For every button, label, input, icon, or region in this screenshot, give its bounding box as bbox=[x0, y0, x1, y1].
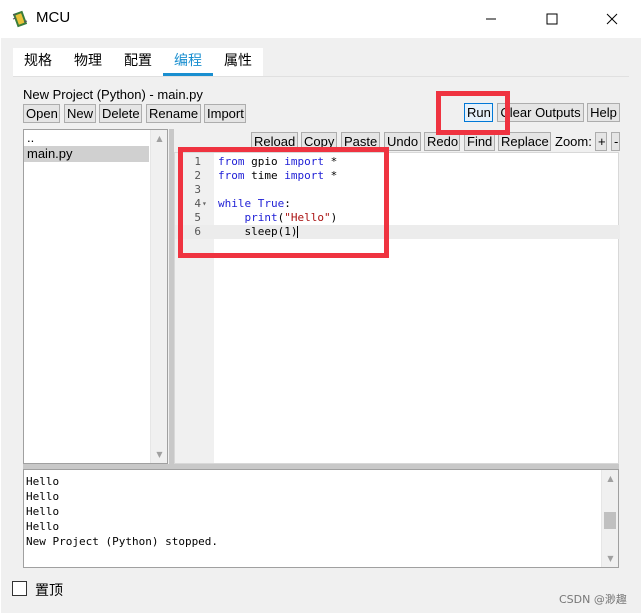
code-line-active[interactable]: 6 sleep(1) bbox=[175, 225, 620, 239]
pin-on-top-label: 置顶 bbox=[35, 583, 63, 599]
line-number: 6 bbox=[194, 225, 201, 238]
fold-chevron-icon[interactable]: ▾ bbox=[202, 197, 207, 211]
line-number: 1 bbox=[194, 155, 201, 168]
rename-button[interactable]: Rename bbox=[146, 104, 201, 123]
scroll-up-icon[interactable]: ▲ bbox=[151, 130, 168, 147]
code-text: sleep(1) bbox=[218, 225, 299, 238]
code-line[interactable]: 4 ▾ while True: bbox=[175, 197, 620, 211]
line-number: 4 bbox=[194, 197, 201, 210]
tab-physical[interactable]: 物理 bbox=[63, 48, 113, 76]
line-number: 3 bbox=[194, 183, 201, 196]
tab-config[interactable]: 配置 bbox=[113, 48, 163, 76]
minimize-icon bbox=[486, 18, 496, 20]
copy-button[interactable]: Copy bbox=[301, 132, 337, 151]
code-line[interactable]: 5 print("Hello") bbox=[175, 211, 620, 225]
tab-programming[interactable]: 编程 bbox=[163, 48, 213, 76]
code-text: from time import * bbox=[218, 169, 338, 182]
output-line: New Project (Python) stopped. bbox=[26, 535, 219, 548]
title-bar: MCU bbox=[0, 0, 642, 38]
line-number: 5 bbox=[194, 211, 201, 224]
code-text: from gpio import * bbox=[218, 155, 338, 168]
window-title: MCU bbox=[36, 9, 71, 26]
file-list-scrollbar[interactable]: ▲ ▼ bbox=[150, 130, 167, 463]
output-line: Hello bbox=[26, 475, 60, 488]
code-text: while True: bbox=[218, 197, 291, 210]
pin-on-top-checkbox[interactable] bbox=[12, 581, 27, 596]
file-item-main-py[interactable]: main.py bbox=[24, 146, 149, 162]
close-button[interactable] bbox=[589, 0, 635, 38]
output-text: Hello Hello Hello Hello New Project (Python)… bbox=[26, 474, 218, 549]
code-line[interactable]: 2 from time import * bbox=[175, 169, 620, 183]
new-button[interactable]: New bbox=[64, 104, 96, 123]
mcu-app-icon bbox=[12, 10, 28, 28]
output-console[interactable]: Hello Hello Hello Hello New Project (Python)… bbox=[23, 469, 619, 568]
output-line: Hello bbox=[26, 505, 60, 518]
zoom-out-button[interactable]: - bbox=[611, 132, 620, 151]
programming-panel: New Project (Python) - main.py Open New … bbox=[13, 76, 629, 571]
minimize-button[interactable] bbox=[468, 0, 514, 38]
scroll-down-icon[interactable]: ▼ bbox=[602, 550, 619, 567]
code-line[interactable]: 3 bbox=[175, 183, 620, 197]
maximize-button[interactable] bbox=[529, 0, 575, 38]
line-number: 2 bbox=[194, 169, 201, 182]
open-button[interactable]: Open bbox=[23, 104, 60, 123]
code-editor[interactable]: 1 from gpio import * 2 from time import … bbox=[174, 152, 620, 464]
code-text: print("Hello") bbox=[244, 211, 338, 224]
tab-bar: 规格 物理 配置 编程 属性 bbox=[13, 48, 263, 76]
file-list[interactable]: .. main.py ▲ ▼ bbox=[23, 129, 168, 464]
help-button[interactable]: Help bbox=[587, 103, 620, 122]
output-line: Hello bbox=[26, 520, 60, 533]
redo-button[interactable]: Redo bbox=[424, 132, 460, 151]
scroll-up-icon[interactable]: ▲ bbox=[602, 470, 619, 487]
zoom-in-button[interactable]: + bbox=[595, 132, 607, 151]
replace-button[interactable]: Replace bbox=[498, 132, 551, 151]
maximize-icon bbox=[546, 13, 558, 25]
code-line[interactable]: 1 from gpio import * bbox=[175, 155, 620, 169]
delete-button[interactable]: Delete bbox=[99, 104, 142, 123]
output-scrollbar[interactable]: ▲ ▼ bbox=[601, 470, 618, 567]
reload-button[interactable]: Reload bbox=[251, 132, 298, 151]
output-line: Hello bbox=[26, 490, 60, 503]
file-item-parent[interactable]: .. bbox=[24, 130, 149, 146]
text-cursor bbox=[297, 226, 299, 238]
tab-attributes[interactable]: 属性 bbox=[213, 48, 263, 76]
window-client-area: 规格 物理 配置 编程 属性 New Project (Python) - ma… bbox=[1, 38, 641, 613]
scroll-down-icon[interactable]: ▼ bbox=[151, 446, 168, 463]
tab-specs[interactable]: 规格 bbox=[13, 48, 63, 76]
paste-button[interactable]: Paste bbox=[341, 132, 380, 151]
close-icon bbox=[606, 13, 618, 25]
clear-outputs-button[interactable]: Clear Outputs bbox=[497, 103, 584, 122]
import-button[interactable]: Import bbox=[204, 104, 246, 123]
project-title: New Project (Python) - main.py bbox=[23, 87, 203, 102]
run-button[interactable]: Run bbox=[464, 103, 493, 122]
zoom-label: Zoom: bbox=[555, 134, 592, 149]
undo-button[interactable]: Undo bbox=[384, 132, 421, 151]
watermark: CSDN @渺趣 bbox=[559, 593, 627, 606]
find-button[interactable]: Find bbox=[464, 132, 495, 151]
scroll-thumb[interactable] bbox=[604, 512, 616, 529]
